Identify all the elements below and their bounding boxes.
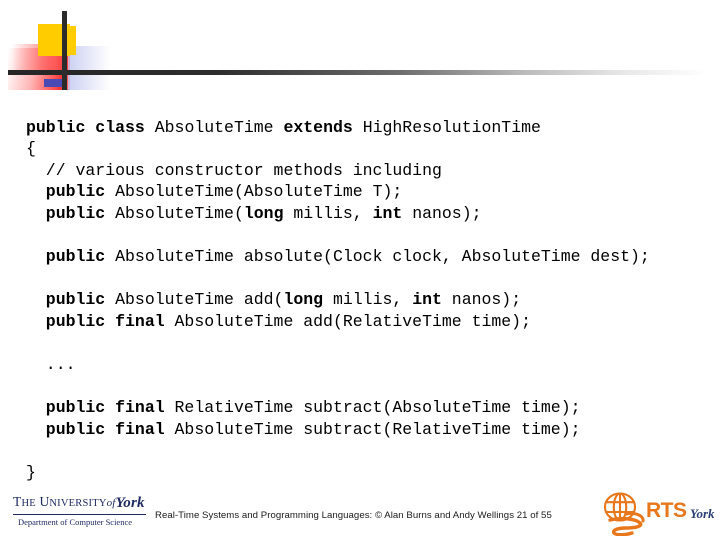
code-text: millis, — [332, 290, 413, 310]
code-keyword: public — [26, 182, 116, 202]
code-line: public final AbsoluteTime add(RelativeTi… — [26, 311, 720, 333]
code-keyword: public class — [26, 117, 155, 137]
code-text: { — [26, 139, 36, 159]
code-line: public final RelativeTime subtract(Absol… — [26, 397, 720, 419]
code-listing: public class AbsoluteTime extends HighRe… — [26, 117, 720, 484]
code-keyword: long — [243, 203, 294, 223]
york-logo-wordmark: THE UNIVERSITYofYork — [13, 494, 145, 511]
university-of-york-logo: THE UNIVERSITYofYork Department of Compu… — [10, 488, 150, 536]
york-logo-university-rest: NIVERSITY — [49, 498, 107, 509]
blue-square — [44, 79, 62, 87]
horizontal-rule — [8, 70, 708, 75]
code-text: AbsoluteTime add( — [115, 290, 284, 310]
code-keyword: public — [26, 290, 116, 310]
code-keyword: public — [26, 203, 116, 223]
rts-york-logo: RTS York — [596, 486, 715, 538]
vertical-bar — [62, 11, 67, 90]
code-keyword: public final — [26, 419, 175, 439]
code-line: } — [26, 462, 720, 484]
code-text: AbsoluteTime add(RelativeTime time); — [174, 311, 531, 331]
code-line: public AbsoluteTime(AbsoluteTime T); — [26, 181, 720, 203]
york-logo-university-u: U — [39, 494, 50, 509]
yellow-square-tab — [66, 26, 76, 55]
code-line: public AbsoluteTime absolute(Clock clock… — [26, 246, 720, 268]
code-line: public final AbsoluteTime subtract(Relat… — [26, 419, 720, 441]
code-line: public AbsoluteTime(long millis, int nan… — [26, 203, 720, 225]
code-text: } — [26, 463, 36, 482]
code-text: millis, — [293, 203, 373, 223]
slide-header-decoration — [0, 0, 720, 96]
code-line: ... — [26, 354, 720, 376]
code-text: HighResolutionTime — [362, 117, 541, 137]
york-logo-the-he: HE — [21, 498, 36, 509]
code-text: AbsoluteTime subtract(RelativeTime time)… — [174, 419, 581, 439]
code-keyword: public final — [26, 398, 175, 418]
code-text: nanos); — [412, 203, 482, 223]
york-logo-york: York — [115, 495, 145, 511]
code-keyword: public — [26, 247, 116, 267]
rts-york-word: York — [690, 506, 715, 521]
code-text: AbsoluteTime — [154, 117, 284, 137]
rts-acronym: RTS — [646, 499, 687, 522]
code-text: ... — [26, 355, 76, 375]
code-line: { — [26, 138, 720, 160]
code-text: AbsoluteTime( — [115, 203, 244, 223]
code-text: nanos); — [451, 290, 522, 310]
code-text: AbsoluteTime absolute(Clock clock, Absol… — [115, 247, 650, 267]
code-keyword: long — [283, 290, 333, 310]
code-keyword: public final — [26, 311, 175, 331]
code-text: RelativeTime subtract(AbsoluteTime time)… — [174, 398, 581, 418]
code-line: public AbsoluteTime add(long millis, int… — [26, 289, 720, 311]
footer-credit-text: Real-Time Systems and Programming Langua… — [155, 510, 552, 521]
code-line: // various constructor methods including — [26, 160, 720, 182]
code-keyword: int — [372, 203, 413, 223]
code-text: AbsoluteTime(AbsoluteTime T); — [115, 182, 403, 202]
code-line: public class AbsoluteTime extends HighRe… — [26, 117, 720, 139]
code-text: // various constructor methods including — [26, 160, 442, 180]
york-logo-department: Department of Computer Science — [18, 517, 133, 527]
york-logo-of: of — [106, 497, 116, 509]
code-keyword: extends — [283, 117, 363, 137]
slide-footer: THE UNIVERSITYofYork Department of Compu… — [0, 486, 720, 540]
code-keyword: int — [412, 290, 452, 310]
york-logo-divider — [13, 514, 146, 515]
globe-icon — [603, 492, 645, 536]
